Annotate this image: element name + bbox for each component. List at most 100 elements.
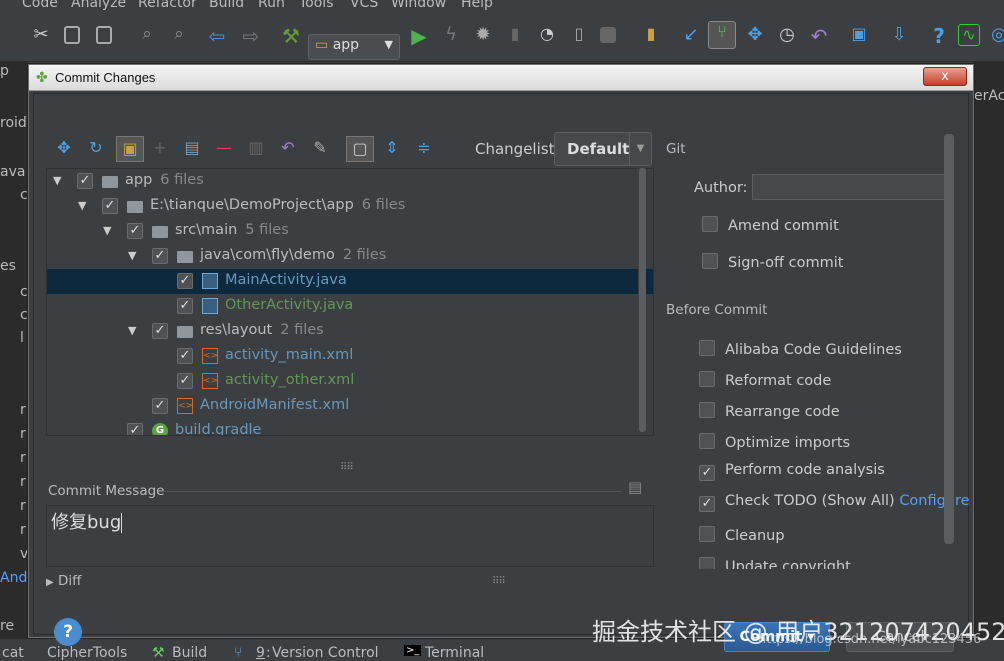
row-checkbox[interactable]: ✓	[77, 173, 93, 189]
expand-arrow-icon[interactable]: ▼	[53, 174, 61, 187]
check-todo-checkbox[interactable]: ✓ Check TODO (Show All) Configure	[699, 493, 970, 512]
collapse-all-icon[interactable]: ≑	[414, 138, 434, 158]
monitor-icon[interactable]: ∿	[958, 24, 980, 46]
commit-message-textarea[interactable]: 修复bug	[46, 505, 654, 567]
forward-icon[interactable]: ⇨	[240, 24, 262, 48]
alibaba-guidelines-checkbox[interactable]: Alibaba Code Guidelines	[699, 338, 902, 358]
tree-row[interactable]: ✓ G build.gradle	[47, 419, 653, 435]
stop-icon[interactable]	[600, 27, 616, 43]
tree-row[interactable]: ▼ ✓ src\main 5 files	[47, 219, 653, 244]
row-checkbox[interactable]: ✓	[152, 323, 168, 339]
remove-icon[interactable]: —	[214, 138, 234, 158]
menu-analyze[interactable]: Analyze	[71, 0, 126, 11]
attach-debugger-icon[interactable]: ▯	[568, 24, 590, 46]
tree-row[interactable]: ✓ <> AndroidManifest.xml	[47, 394, 653, 419]
ciphertools-tab[interactable]: CipherTools	[47, 645, 127, 661]
expand-arrow-icon[interactable]: ▼	[103, 224, 111, 237]
tree-row[interactable]: ✓ <> activity_main.xml	[47, 344, 653, 369]
dialog-titlebar[interactable]: ✤ Commit Changes x	[29, 65, 973, 91]
splitter-grip[interactable]: ⠿⠿	[340, 462, 354, 473]
menu-code[interactable]: Code	[22, 0, 58, 11]
show-diff-icon[interactable]: ✥	[54, 138, 74, 158]
revert-icon[interactable]: ↶	[808, 24, 830, 48]
splitter-grip[interactable]: ⠿⠿	[492, 576, 506, 587]
expand-all-icon[interactable]: ⇕	[382, 138, 402, 158]
terminal-tab[interactable]: Terminal	[425, 645, 484, 661]
build-tab[interactable]: Build	[172, 645, 207, 661]
expand-arrow-icon[interactable]: ▼	[128, 324, 136, 337]
menu-refactor[interactable]: Refactor	[138, 0, 197, 11]
optimize-imports-checkbox[interactable]: Optimize imports	[699, 431, 850, 451]
sdk-icon[interactable]: ▮	[640, 24, 662, 46]
tree-row[interactable]: ▼ ✓ E:\tianque\DemoProject\app 6 files	[47, 194, 653, 219]
menu-window[interactable]: Window	[391, 0, 446, 11]
cleanup-checkbox[interactable]: Cleanup	[699, 524, 785, 544]
vcs-commit-icon[interactable]: ⑂	[708, 21, 736, 49]
row-checkbox[interactable]: ✓	[152, 248, 168, 264]
debug-icon[interactable]: ✹	[472, 24, 494, 46]
rollback-icon[interactable]: ↶	[278, 138, 298, 158]
refresh-icon[interactable]: ↻	[86, 138, 106, 158]
help-icon[interactable]: ?	[928, 24, 950, 48]
search-everywhere-icon[interactable]: ◎	[988, 24, 1004, 46]
group-by-directory-icon[interactable]: ▢	[346, 136, 374, 162]
row-checkbox[interactable]: ✓	[177, 273, 193, 289]
tree-row[interactable]: ✓ OtherActivity.java	[47, 294, 653, 319]
run-config-select[interactable]: ▭ app ▼	[308, 34, 400, 60]
logcat-tab[interactable]: cat	[2, 645, 24, 661]
version-control-tab[interactable]: Version Control	[272, 645, 379, 661]
group-by-icon[interactable]: ▥	[246, 138, 266, 158]
menu-build[interactable]: Build	[209, 0, 244, 11]
close-button[interactable]: x	[923, 67, 967, 86]
run-icon[interactable]: ▶	[408, 24, 430, 48]
back-icon[interactable]: ⇦	[206, 24, 228, 48]
tree-row[interactable]: ✓ <> activity_other.xml	[47, 369, 653, 394]
menu-help[interactable]: Help	[461, 0, 493, 11]
diff-toggle[interactable]: ▶ Diff	[46, 573, 81, 589]
menu-vcs[interactable]: VCS	[350, 0, 378, 11]
project-structure-icon[interactable]: ▣	[848, 24, 870, 46]
vcs-update-icon[interactable]: ↙	[680, 24, 702, 46]
row-checkbox[interactable]: ✓	[177, 348, 193, 364]
row-checkbox[interactable]: ✓	[127, 223, 143, 239]
add-icon[interactable]: +	[150, 138, 170, 158]
apply-changes-icon[interactable]: ϟ	[440, 24, 462, 46]
row-checkbox[interactable]: ✓	[152, 398, 168, 414]
configure-link[interactable]: Configure	[899, 493, 969, 509]
tree-row-selected[interactable]: ✓ MainActivity.java	[47, 269, 653, 294]
menu-tools[interactable]: Tools	[299, 0, 334, 11]
help-button[interactable]: ?	[54, 618, 82, 646]
paste-icon[interactable]	[96, 26, 112, 44]
tree-row[interactable]: ▼ ✓ java\com\fly\demo 2 files	[47, 244, 653, 269]
rearrange-code-checkbox[interactable]: Rearrange code	[699, 400, 840, 420]
tree-scrollbar[interactable]	[638, 168, 646, 432]
edit-source-icon[interactable]: ✎	[310, 138, 330, 158]
replace-icon[interactable]: ⌕	[168, 24, 190, 46]
tree-row[interactable]: ▼ ✓ res\layout 2 files	[47, 319, 653, 344]
options-scrollbar[interactable]	[944, 134, 954, 544]
update-copyright-checkbox[interactable]: Update copyright	[699, 555, 851, 569]
copy-icon[interactable]	[64, 26, 80, 44]
find-icon[interactable]: ⌕	[136, 24, 158, 46]
changelist-select[interactable]: Default ▼	[554, 132, 652, 166]
author-input[interactable]	[752, 174, 954, 200]
profile-icon[interactable]: ▮	[504, 24, 526, 46]
perform-code-analysis-checkbox[interactable]: ✓ Perform code analysis	[699, 462, 885, 481]
sdk-manager-icon[interactable]: ⇩	[888, 24, 910, 46]
reformat-code-checkbox[interactable]: Reformat code	[699, 369, 831, 389]
history-icon[interactable]: ◷	[776, 24, 798, 46]
tree-row[interactable]: ▼ ✓ app 6 files	[47, 169, 653, 194]
message-history-icon[interactable]: ▤	[628, 478, 642, 496]
signoff-commit-checkbox[interactable]: Sign-off commit	[702, 251, 843, 271]
cut-icon[interactable]: ✂	[30, 24, 52, 46]
amend-commit-checkbox[interactable]: Amend commit	[702, 214, 839, 234]
unversioned-files-icon[interactable]: ▣	[116, 136, 144, 162]
row-checkbox[interactable]: ✓	[102, 198, 118, 214]
move-to-changelist-icon[interactable]: ▤	[182, 138, 202, 158]
vcs-compare-icon[interactable]: ✥	[744, 24, 766, 46]
row-checkbox[interactable]: ✓	[177, 298, 193, 314]
expand-arrow-icon[interactable]: ▼	[128, 249, 136, 262]
gauge-icon[interactable]: ◔	[536, 24, 558, 46]
row-checkbox[interactable]: ✓	[127, 423, 143, 435]
make-hammer-icon[interactable]: ⚒	[280, 24, 302, 48]
